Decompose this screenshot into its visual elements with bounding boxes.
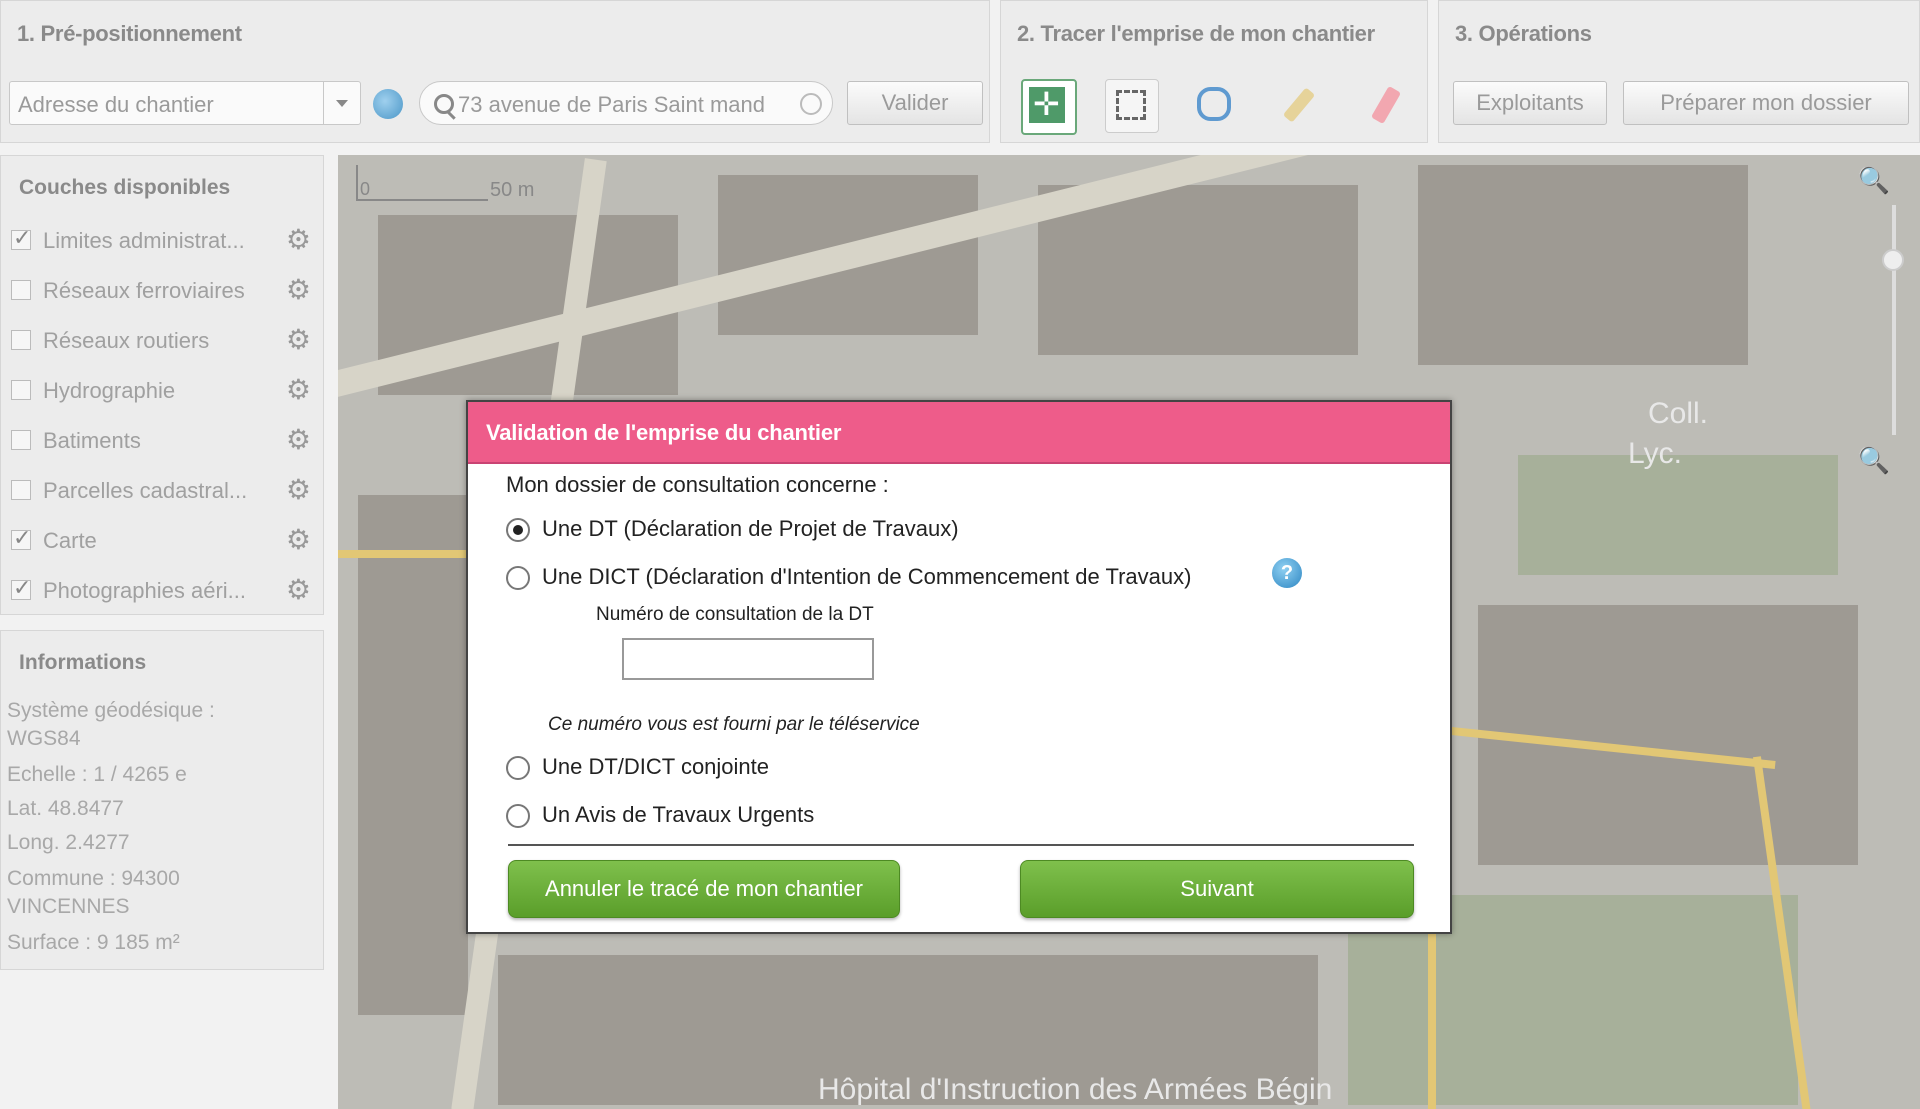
validation-dialog: Validation de l'emprise du chantier Mon … [466,400,1452,934]
dt-number-input[interactable] [622,638,874,680]
radio-dt-dict-joint[interactable] [506,756,530,780]
address-search-value[interactable]: 73 avenue de Paris Saint mand [458,92,765,118]
scale-zero-label: 0 [360,179,371,199]
layer-label: Réseaux routiers [43,328,210,353]
layer-item[interactable]: Réseaux routiers ⚙ [7,318,319,362]
gear-icon[interactable]: ⚙ [286,426,311,454]
cancel-trace-button[interactable]: Annuler le tracé de mon chantier [508,860,900,918]
gear-icon[interactable]: ⚙ [286,376,311,404]
layer-label: Batiments [43,428,141,453]
scale-bar [356,165,488,201]
radio-dt[interactable] [506,518,530,542]
layer-label: Hydrographie [43,378,176,403]
operations-title: 3. Opérations [1455,21,1592,46]
commune-info: Commune : 94300 [7,867,180,890]
option-dt-label[interactable]: Une DT (Déclaration de Projet de Travaux… [542,516,959,542]
dialog-divider [508,844,1414,846]
layer-label: Réseaux ferroviaires [43,278,245,303]
layer-checkbox[interactable] [11,330,31,350]
layer-checkbox[interactable] [11,280,31,300]
lycee-map-label: Lyc. [1628,437,1682,470]
commune-name: VINCENNES [7,895,130,918]
layer-checkbox[interactable] [11,525,31,551]
chevron-down-icon[interactable] [323,82,360,124]
layer-label: Parcelles cadastral... [43,478,248,503]
zoom-in-icon[interactable]: 🔍 [1858,165,1890,196]
layer-item[interactable]: Réseaux ferroviaires ⚙ [7,268,319,312]
validate-button[interactable]: Valider [847,81,983,125]
information-title: Informations [19,651,147,674]
dialog-title: Validation de l'emprise du chantier [486,420,842,445]
gear-icon[interactable]: ⚙ [286,476,311,504]
edit-pencil-icon[interactable] [1273,79,1325,131]
draw-area-panel: 2. Tracer l'emprise de mon chantier [1000,0,1428,143]
zoom-slider[interactable] [1892,205,1896,435]
layer-checkbox[interactable] [11,575,31,601]
gear-icon[interactable]: ⚙ [286,276,311,304]
layer-item[interactable]: Photographies aéri... ⚙ [7,568,319,612]
prepare-dossier-button[interactable]: Préparer mon dossier [1623,81,1909,125]
dialog-question: Mon dossier de consultation concerne : [506,472,889,497]
radio-urgent-works[interactable] [506,804,530,828]
option-dict-label[interactable]: Une DICT (Déclaration d'Intention de Com… [542,564,1191,590]
prepositioning-title: 1. Pré-positionnement [17,21,242,46]
help-icon[interactable]: ? [1272,558,1302,588]
layer-label: Limites administrat... [43,228,245,253]
layer-checkbox[interactable] [11,480,31,500]
prepositioning-panel: 1. Pré-positionnement Adresse du chantie… [0,0,990,143]
globe-icon[interactable] [373,89,403,119]
clear-icon[interactable] [800,93,822,115]
layer-item[interactable]: Carte ⚙ [7,518,319,562]
hospital-map-label: Hôpital d'Instruction des Armées Bégin [818,1073,1333,1106]
next-button[interactable]: Suivant [1020,860,1414,918]
gear-icon[interactable]: ⚙ [286,526,311,554]
layer-label: Photographies aéri... [43,578,247,603]
address-search-input[interactable]: 73 avenue de Paris Saint mand [419,81,833,125]
information-panel: Informations Système géodésique : WGS84 … [0,630,324,970]
option-urgent-label[interactable]: Un Avis de Travaux Urgents [542,802,814,828]
dt-number-label: Numéro de consultation de la DT [596,604,874,625]
layer-item[interactable]: Batiments ⚙ [7,418,319,462]
address-type-value: Adresse du chantier [18,92,214,117]
geodesic-system-label: Système géodésique : [7,699,215,722]
dt-number-hint: Ce numéro vous est fourni par le téléser… [548,714,920,735]
gear-icon[interactable]: ⚙ [286,326,311,354]
polygon-tool-icon[interactable] [1189,79,1241,131]
layer-label: Carte [43,528,97,553]
zoom-slider-handle[interactable] [1882,249,1904,271]
pan-tool-icon[interactable] [1021,79,1077,135]
layer-item[interactable]: Parcelles cadastral... ⚙ [7,468,319,512]
layer-checkbox[interactable] [11,430,31,450]
surface-info: Surface : 9 185 m² [7,931,180,954]
geodesic-system-value: WGS84 [7,727,81,750]
radio-dict[interactable] [506,566,530,590]
latitude-info: Lat. 48.8477 [7,797,124,820]
dialog-header: Validation de l'emprise du chantier [468,402,1450,464]
gear-icon[interactable]: ⚙ [286,226,311,254]
operations-panel: 3. Opérations Exploitants Préparer mon d… [1438,0,1920,143]
longitude-info: Long. 2.4277 [7,831,130,854]
option-dt-dict-label[interactable]: Une DT/DICT conjointe [542,754,769,780]
layer-item[interactable]: Limites administrat... ⚙ [7,218,319,262]
layer-item[interactable]: Hydrographie ⚙ [7,368,319,412]
zoom-out-icon[interactable]: 🔍 [1858,445,1890,476]
college-map-label: Coll. [1648,397,1709,430]
layer-checkbox[interactable] [11,380,31,400]
address-type-select[interactable]: Adresse du chantier [9,81,361,125]
rectangle-tool-icon[interactable] [1105,79,1159,133]
layer-checkbox[interactable] [11,225,31,251]
search-icon [434,94,454,114]
scale-label: 50 m [490,179,535,201]
layers-title: Couches disponibles [19,176,231,199]
draw-area-title: 2. Tracer l'emprise de mon chantier [1017,21,1375,46]
eraser-icon[interactable] [1359,79,1411,131]
exploitants-button[interactable]: Exploitants [1453,81,1607,125]
scale-info: Echelle : 1 / 4265 e [7,763,187,786]
gear-icon[interactable]: ⚙ [286,576,311,604]
layers-panel: Couches disponibles Limites administrat.… [0,155,324,615]
